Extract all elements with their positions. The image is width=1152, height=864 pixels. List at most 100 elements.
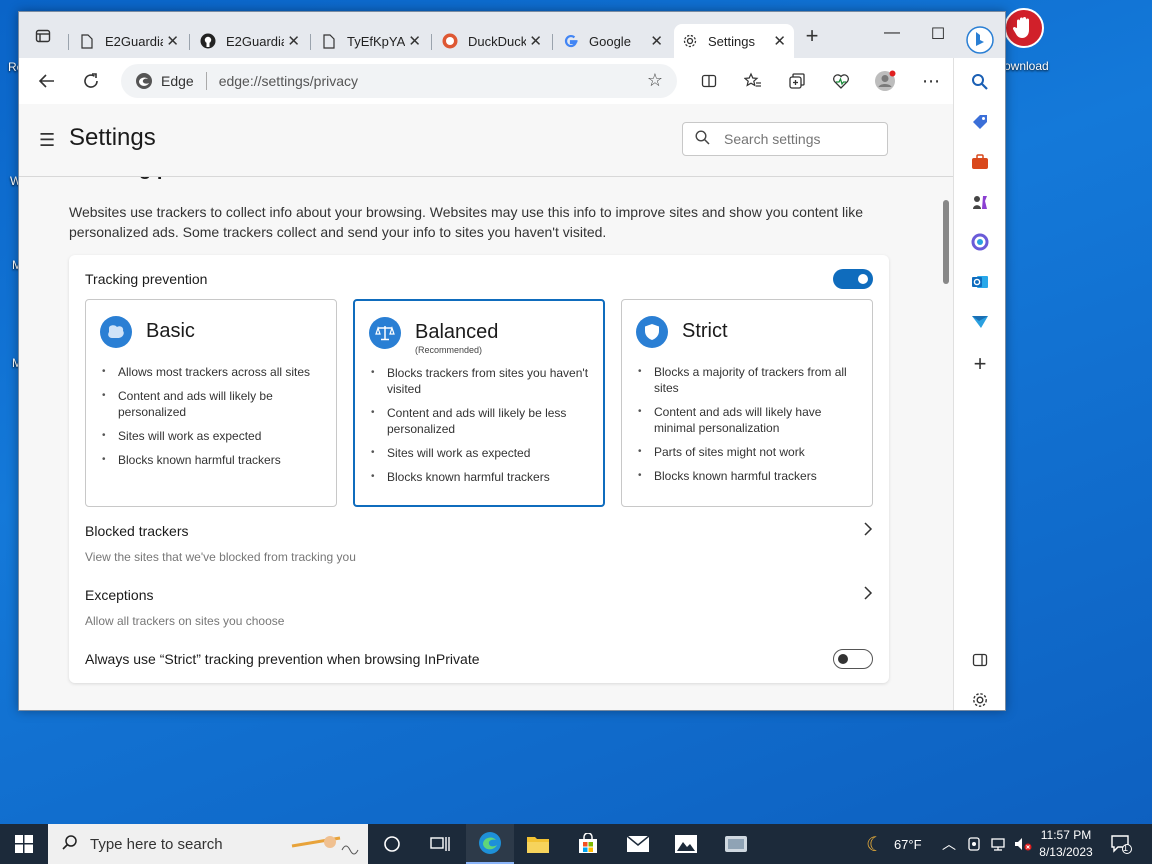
close-icon[interactable]: ✕ [408, 32, 421, 50]
toolbar: Edge edge://settings/privacy ☆ ⋯ [19, 58, 1005, 104]
app-window-icon[interactable] [712, 824, 760, 864]
edge-taskbar-icon[interactable] [466, 824, 514, 864]
close-icon[interactable]: ✕ [166, 32, 179, 50]
level-strict-card[interactable]: Strict Blocks a majority of trackers fro… [621, 299, 873, 507]
tracking-prevention-card: Tracking prevention Basic Allows most tr… [69, 255, 889, 683]
level-name: Strict [682, 320, 728, 342]
settings-page: ☰ Settings Tracking prevention Websites … [19, 104, 953, 710]
tracking-prevention-toggle[interactable] [833, 269, 873, 289]
bullet-item: Content and ads will likely be personali… [102, 388, 328, 420]
bullet-item: Content and ads will likely be less pers… [371, 405, 597, 437]
microsoft-store-icon[interactable] [564, 824, 612, 864]
file-explorer-icon[interactable] [514, 824, 562, 864]
exceptions-row[interactable]: Exceptions Allow all trackers on sites y… [85, 585, 873, 628]
tab-e2guardian-1[interactable]: E2Guardian ✕ [71, 24, 187, 58]
minimize-button[interactable]: — [869, 24, 915, 42]
back-button[interactable] [31, 65, 63, 97]
search-settings-input[interactable] [724, 131, 874, 147]
shopping-tag-icon[interactable] [968, 110, 992, 134]
edge-sidebar: + [953, 26, 1005, 712]
tab-duckduckgo[interactable]: DuckDuckGo ✕ [434, 24, 550, 58]
microsoft-365-icon[interactable] [968, 230, 992, 254]
menu-icon[interactable]: ☰ [39, 130, 55, 151]
mail-icon[interactable] [614, 824, 662, 864]
moon-icon: ☾ [866, 833, 884, 856]
bullet-item: Blocks known harmful trackers [102, 452, 328, 468]
close-icon[interactable]: ✕ [773, 32, 786, 50]
google-icon [563, 33, 579, 49]
tab-settings[interactable]: Settings ✕ [674, 24, 794, 58]
blocked-trackers-row[interactable]: Blocked trackers View the sites that we'… [85, 521, 873, 564]
bullet-item: Sites will work as expected [371, 445, 597, 461]
profile-avatar[interactable] [869, 65, 901, 97]
task-view-button[interactable] [368, 824, 416, 864]
blocked-trackers-subtitle: View the sites that we've blocked from t… [85, 550, 356, 564]
refresh-button[interactable] [75, 65, 107, 97]
network-icon[interactable] [990, 824, 1006, 864]
outlook-icon[interactable] [968, 270, 992, 294]
tab-title: E2Guardian [226, 33, 284, 49]
close-icon[interactable]: ✕ [529, 32, 542, 50]
hide-sidebar-icon[interactable] [968, 648, 992, 672]
split-screen-button[interactable] [693, 65, 725, 97]
more-options-button[interactable]: ⋯ [915, 65, 947, 97]
photos-icon[interactable] [662, 824, 710, 864]
chevron-right-icon [863, 521, 873, 542]
tab-google[interactable]: Google ✕ [555, 24, 671, 58]
shield-icon [636, 316, 668, 348]
bing-copilot-icon[interactable] [964, 24, 996, 56]
address-bar[interactable]: Edge edge://settings/privacy ☆ [121, 64, 677, 98]
basic-icon [100, 316, 132, 348]
bullet-item: Parts of sites might not work [638, 444, 864, 460]
system-clock[interactable]: 11:57 PM 8/13/2023 [1030, 827, 1102, 861]
search-highlight-illustration-icon [290, 828, 360, 864]
maximize-button[interactable]: ☐ [915, 24, 961, 44]
bullet-item: Sites will work as expected [102, 428, 328, 444]
favorite-star-icon[interactable]: ☆ [647, 70, 663, 91]
search-icon [62, 834, 78, 855]
browser-window: E2Guardian ✕ E2Guardian ✕ TyEfKpYAAE ✕ D… [18, 11, 1006, 711]
bullet-item: Blocks trackers from sites you haven't v… [371, 365, 597, 397]
page-icon [321, 33, 337, 49]
taskbar-search-placeholder: Type here to search [90, 835, 223, 853]
level-balanced-card[interactable]: Balanced (Recommended) Blocks trackers f… [353, 299, 605, 507]
notification-count-badge: 1 [1123, 843, 1129, 853]
page-icon [79, 33, 95, 49]
taskbar-search-box[interactable]: Type here to search [48, 824, 368, 864]
inprivate-strict-toggle[interactable] [833, 649, 873, 669]
collections-button[interactable] [781, 65, 813, 97]
search-icon[interactable] [968, 70, 992, 94]
level-basic-card[interactable]: Basic Allows most trackers across all si… [85, 299, 337, 507]
scrollbar-thumb[interactable] [943, 200, 949, 284]
show-hidden-icons-button[interactable]: ︿ [942, 824, 956, 864]
drop-icon[interactable] [968, 310, 992, 334]
tools-icon[interactable] [968, 150, 992, 174]
start-button[interactable] [0, 824, 48, 864]
chevron-right-icon [863, 585, 873, 606]
close-icon[interactable]: ✕ [287, 32, 300, 50]
inprivate-strict-label: Always use “Strict” tracking prevention … [85, 651, 480, 667]
bullet-item: Allows most trackers across all sites [102, 364, 328, 380]
weather-tray[interactable]: ☾ 67°F [866, 824, 922, 864]
site-label: Edge [161, 73, 194, 89]
bullet-item: Content and ads will likely have minimal… [638, 404, 864, 436]
games-icon[interactable] [968, 190, 992, 214]
tab-actions-button[interactable] [27, 20, 59, 52]
browser-essentials-button[interactable] [825, 65, 857, 97]
notification-center-button[interactable]: 1 [1110, 824, 1132, 864]
favorites-button[interactable] [737, 65, 769, 97]
tray-app-icon[interactable] [966, 824, 982, 864]
tab-e2guardian-2[interactable]: E2Guardian ✕ [192, 24, 308, 58]
timeline-button[interactable] [416, 824, 464, 864]
scales-icon [369, 317, 401, 349]
bullet-item: Blocks known harmful trackers [638, 468, 864, 484]
search-settings-box[interactable] [682, 122, 888, 156]
sidebar-settings-gear-icon[interactable] [968, 688, 992, 712]
inprivate-strict-row: Always use “Strict” tracking prevention … [85, 651, 873, 667]
hand-stop-icon[interactable] [1004, 8, 1044, 48]
new-tab-button[interactable]: + [796, 20, 828, 52]
blocked-trackers-title: Blocked trackers [85, 523, 189, 539]
close-icon[interactable]: ✕ [650, 32, 663, 50]
tab-tyefkpyaae[interactable]: TyEfKpYAAE ✕ [313, 24, 429, 58]
add-sidebar-app-icon[interactable]: + [968, 351, 992, 376]
